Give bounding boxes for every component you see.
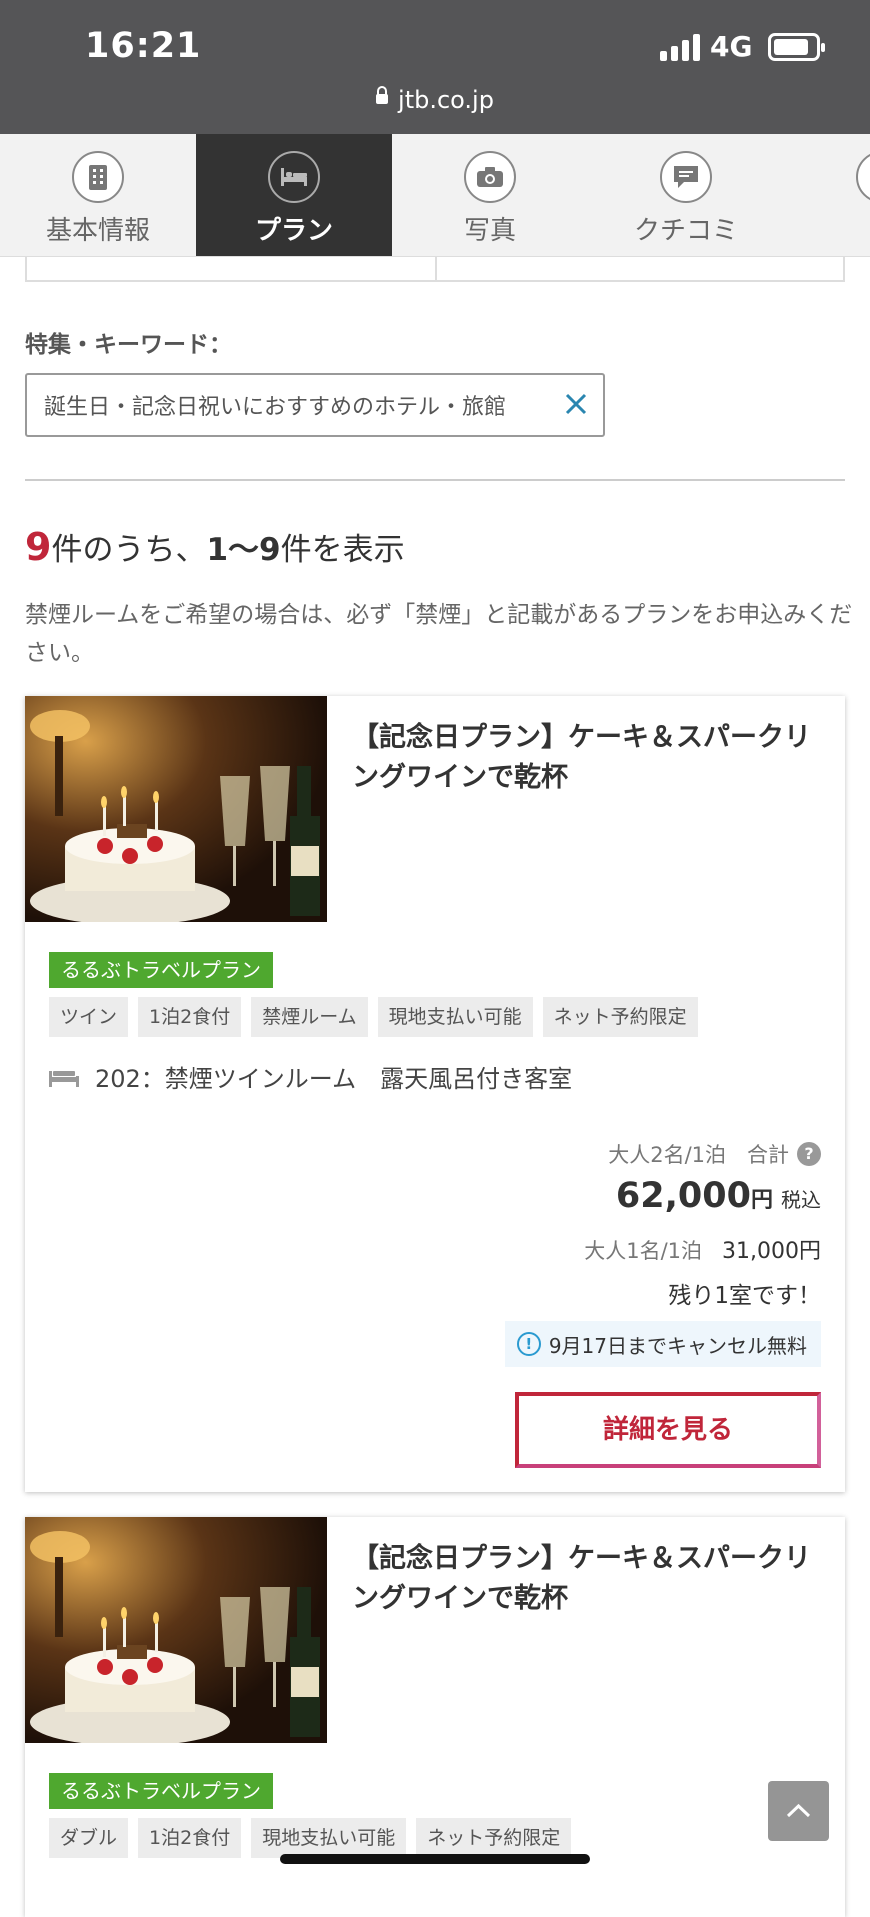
status-bar: 16:21 4G jtb.co.jp — [0, 0, 870, 134]
per-person-value: 31,000円 — [722, 1239, 821, 1264]
total-price: 62,000円 税込 — [616, 1176, 821, 1216]
per-person-label: 大人1名/1泊 — [584, 1239, 703, 1263]
details-button[interactable]: 詳細を見る — [515, 1392, 821, 1468]
result-text-1: 件のうち、 — [51, 532, 207, 568]
url-text: jtb.co.jp — [398, 86, 494, 114]
per-person-price: 大人1名/1泊 31,000円 — [584, 1233, 821, 1265]
plan-card: 【記念日プラン】ケーキ＆スパークリングワインで乾杯 るるぶトラベルプラン ツイン… — [25, 696, 845, 1492]
room-name: 202：禁煙ツインルーム 露天風呂付き客室 — [95, 1065, 573, 1093]
price-currency: 円 — [750, 1188, 773, 1213]
price-basis-label: 大人2名/1泊 合計 — [608, 1143, 789, 1167]
free-cancel-notice: ! 9月17日までキャンセル無料 — [504, 1321, 821, 1367]
back-to-top-button[interactable] — [768, 1781, 829, 1841]
rurubu-badge: るるぶトラベルプラン — [49, 952, 273, 988]
result-count: 9件のうち、1〜9件を表示 — [25, 524, 405, 569]
address-bar[interactable]: jtb.co.jp — [0, 86, 870, 114]
camera-icon — [464, 151, 516, 203]
room-type: 202：禁煙ツインルーム 露天風呂付き客室 — [49, 1059, 572, 1094]
tab-label: 写真 — [463, 216, 516, 246]
plan-feature-chips: ツイン 1泊2食付 禁煙ルーム 現地支払い可能 ネット予約限定 — [49, 997, 698, 1037]
plan-photo[interactable] — [25, 696, 327, 922]
feature-chip: ツイン — [49, 997, 129, 1037]
keyword-label: 特集・キーワード： — [25, 332, 232, 358]
bed-icon — [49, 1070, 79, 1087]
building-icon — [72, 151, 124, 203]
info-icon: ! — [516, 1332, 541, 1356]
feature-chip: ダブル — [49, 1818, 129, 1858]
feature-chip: 1泊2食付 — [138, 997, 242, 1037]
plan-title[interactable]: 【記念日プラン】ケーキ＆スパークリングワインで乾杯 — [352, 718, 822, 798]
tab-plan[interactable]: プラン — [196, 134, 392, 256]
divider — [25, 479, 845, 481]
result-range: 1〜9 — [206, 532, 281, 568]
price-value: 62,000 — [615, 1176, 751, 1216]
chat-icon — [660, 151, 712, 203]
status-icons: 4G — [660, 30, 826, 63]
feature-chip: ネット予約限定 — [416, 1818, 572, 1858]
clock: 16:21 — [85, 26, 202, 66]
signal-icon — [660, 33, 700, 61]
close-icon[interactable] — [561, 389, 591, 419]
tab-more[interactable]: お — [784, 134, 870, 256]
feature-chip: 禁煙ルーム — [251, 997, 368, 1037]
tab-photos[interactable]: 写真 — [392, 134, 588, 256]
tab-label: プラン — [254, 216, 333, 246]
keyword-chip-text: 誕生日・記念日祝いにおすすめのホテル・旅館 — [44, 395, 507, 420]
price-basis: 大人2名/1泊 合計 ? — [608, 1139, 821, 1169]
battery-icon — [768, 32, 826, 61]
chevron-up-icon — [786, 1803, 811, 1818]
plan-photo[interactable] — [25, 1517, 327, 1743]
rurubu-badge: るるぶトラベルプラン — [49, 1773, 273, 1809]
plan-title[interactable]: 【記念日プラン】ケーキ＆スパークリングワインで乾杯 — [352, 1539, 822, 1619]
tax-label: 税込 — [781, 1188, 821, 1212]
network-label: 4G — [710, 30, 753, 63]
home-indicator — [280, 1854, 590, 1864]
feature-chip: 1泊2食付 — [138, 1818, 242, 1858]
tab-reviews[interactable]: クチコミ — [588, 134, 784, 256]
feature-chip: ネット予約限定 — [542, 997, 698, 1037]
filter-box-partial — [25, 256, 845, 282]
rooms-left: 残り1室です！ — [668, 1283, 821, 1309]
plan-feature-chips: ダブル 1泊2食付 現地支払い可能 ネット予約限定 — [49, 1818, 572, 1858]
tab-label: クチコミ — [633, 216, 738, 246]
feature-chip: 現地支払い可能 — [377, 997, 533, 1037]
result-total: 9 — [25, 525, 52, 569]
result-text-2: 件を表示 — [280, 532, 405, 568]
tab-label: お — [784, 210, 870, 247]
bed-icon — [268, 151, 320, 203]
non-smoking-note: 禁煙ルームをご希望の場合は、必ず「禁煙」と記載があるプランをお申込みください。 — [25, 602, 853, 666]
lock-icon — [376, 86, 389, 104]
keyword-chip[interactable]: 誕生日・記念日祝いにおすすめのホテル・旅館 — [25, 373, 605, 437]
tab-basic-info[interactable]: 基本情報 — [0, 134, 196, 256]
partial-icon — [856, 151, 870, 203]
tab-label: 基本情報 — [45, 216, 150, 246]
help-icon[interactable]: ? — [797, 1142, 821, 1166]
section-tabs: 基本情報 プラン 写真 クチコミ お — [0, 134, 870, 257]
feature-chip: 現地支払い可能 — [251, 1818, 407, 1858]
free-cancel-text: 9月17日までキャンセル無料 — [548, 1333, 807, 1358]
